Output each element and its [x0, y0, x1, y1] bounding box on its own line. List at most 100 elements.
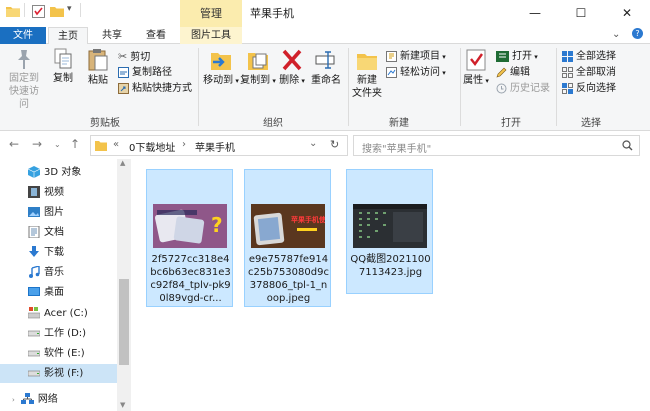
- tab-share[interactable]: 共享: [92, 27, 132, 44]
- paste-shortcut-button[interactable]: 粘贴快捷方式: [118, 82, 192, 96]
- forward-arrow-icon[interactable]: →: [32, 137, 42, 151]
- copy-to-label: 复制到: [240, 75, 271, 86]
- rename-button[interactable]: 重命名: [308, 48, 344, 87]
- sidebar-item-downloads[interactable]: 下载: [28, 243, 64, 262]
- tab-view[interactable]: 查看: [136, 27, 176, 44]
- paste-button[interactable]: 粘贴: [82, 48, 114, 87]
- invert-selection-label: 反向选择: [576, 83, 616, 94]
- address-dropdown-icon[interactable]: ⌄: [309, 138, 317, 149]
- drive-icon: [28, 350, 40, 357]
- tab-picture-tools[interactable]: 图片工具: [180, 27, 242, 44]
- tab-home[interactable]: 主页: [48, 27, 88, 45]
- collapse-ribbon-icon[interactable]: ⌄: [612, 29, 620, 40]
- sidebar-item-label: 文档: [44, 227, 64, 238]
- sidebar-item-drive-f[interactable]: 影视 (F:): [0, 364, 117, 383]
- search-input[interactable]: 搜索"苹果手机": [362, 140, 431, 155]
- new-folder-icon: [357, 54, 377, 70]
- breadcrumb-item-current[interactable]: 苹果手机: [195, 139, 235, 154]
- new-folder-qat-icon[interactable]: [50, 5, 64, 17]
- file-name[interactable]: e9e75787fe914c25b753080d9c378806_tpl-1_n…: [247, 253, 330, 305]
- copy-path-button[interactable]: 复制路径: [118, 66, 172, 80]
- properties-qat-icon[interactable]: [32, 5, 45, 18]
- easy-access-button[interactable]: 轻松访问 ▾: [386, 66, 446, 80]
- history-icon: [496, 83, 507, 93]
- delete-button[interactable]: 删除 ▾: [278, 48, 306, 88]
- expand-chevron-icon[interactable]: ›: [12, 396, 15, 404]
- sidebar-item-documents[interactable]: 文档: [28, 223, 64, 242]
- delete-label: 删除: [279, 75, 300, 86]
- open-button[interactable]: 打开 ▾: [496, 50, 538, 64]
- maximize-button[interactable]: ☐: [558, 0, 604, 27]
- pin-quick-access-button[interactable]: 固定到 快速访问: [6, 48, 42, 111]
- sidebar-item-pictures[interactable]: 图片: [28, 203, 64, 222]
- scrollbar-thumb[interactable]: [119, 279, 129, 365]
- search-box[interactable]: 搜索"苹果手机": [353, 135, 640, 156]
- sidebar-scrollbar[interactable]: ▲ ▼: [117, 159, 131, 411]
- pin-label-1: 固定到: [9, 73, 39, 84]
- sidebar-item-music[interactable]: 音乐: [28, 263, 64, 282]
- sidebar-item-drive-d[interactable]: 工作 (D:): [28, 324, 86, 343]
- file-item[interactable]: 苹果手机使用技巧 e9e75787fe914c25b753080d9c37880…: [244, 169, 331, 307]
- sidebar-item-desktop[interactable]: 桌面: [28, 283, 64, 302]
- new-folder-label-1: 新建: [357, 75, 377, 86]
- file-item[interactable]: ? 2f5727cc318e4bc6b63ec831e3c92f84_tplv-…: [146, 169, 233, 307]
- back-arrow-icon[interactable]: ←: [9, 137, 19, 151]
- sidebar-item-network[interactable]: › 网络: [12, 390, 58, 409]
- qat-dropdown-icon[interactable]: ▾: [67, 4, 72, 14]
- breadcrumb-item-downloads[interactable]: 0下载地址: [129, 139, 175, 154]
- sidebar-item-3d-objects[interactable]: 3D 对象: [28, 163, 81, 182]
- new-item-icon: [386, 50, 397, 62]
- paste-icon: [88, 49, 108, 71]
- invert-selection-button[interactable]: 反向选择: [562, 82, 616, 96]
- search-icon[interactable]: [622, 140, 633, 151]
- scroll-up-icon[interactable]: ▲: [120, 159, 125, 167]
- pin-label-2: 快速访问: [9, 86, 39, 110]
- edit-button[interactable]: 编辑: [496, 66, 530, 80]
- window-title: 苹果手机: [250, 7, 294, 20]
- breadcrumb-separator[interactable]: ›: [182, 139, 186, 150]
- sidebar-item-videos[interactable]: 视频: [28, 183, 64, 202]
- new-item-button[interactable]: 新建项目 ▾: [386, 50, 446, 64]
- properties-button[interactable]: 属性 ▾: [462, 48, 490, 88]
- new-folder-button[interactable]: 新建 文件夹: [350, 48, 384, 100]
- select-all-button[interactable]: 全部选择: [562, 50, 616, 64]
- file-name[interactable]: 2f5727cc318e4bc6b63ec831e3c92f84_tplv-pk…: [149, 253, 232, 305]
- select-none-label: 全部取消: [576, 67, 616, 78]
- file-item[interactable]: QQ截图20211007113423.jpg: [346, 169, 433, 294]
- sidebar-item-label: 影视 (F:): [44, 368, 84, 379]
- recent-dropdown-icon[interactable]: ⌄: [54, 140, 61, 149]
- sidebar-item-drive-c[interactable]: Acer (C:): [28, 304, 88, 323]
- cut-button[interactable]: ✂ 剪切: [118, 50, 150, 65]
- sidebar-item-drive-e[interactable]: 软件 (E:): [28, 344, 85, 363]
- desktop-icon: [28, 287, 40, 296]
- group-new-label: 新建: [389, 118, 409, 129]
- copy-path-icon: [118, 66, 129, 78]
- drive-icon: [28, 370, 40, 377]
- history-button[interactable]: 历史记录: [496, 82, 550, 96]
- minimize-button[interactable]: —: [512, 0, 558, 27]
- up-arrow-icon[interactable]: ↑: [70, 137, 80, 151]
- breadcrumb-overflow[interactable]: «: [113, 139, 119, 150]
- refresh-icon[interactable]: ↻: [330, 138, 339, 151]
- ribbon: 固定到 快速访问 复制 粘贴 ✂ 剪切 复制路径 粘贴快捷方式 剪贴板 移动到 ▾: [0, 44, 650, 131]
- sidebar-item-label: 桌面: [44, 287, 64, 298]
- manage-tab[interactable]: 管理: [180, 0, 242, 27]
- ribbon-tabs: 文件 主页 共享 查看 图片工具 ⌄ ?: [0, 27, 650, 45]
- group-separator: [556, 48, 557, 126]
- scroll-down-icon[interactable]: ▼: [120, 401, 125, 409]
- file-name[interactable]: QQ截图20211007113423.jpg: [349, 253, 432, 279]
- paste-label: 粘贴: [88, 75, 108, 86]
- copy-to-button[interactable]: 复制到 ▾: [240, 48, 276, 88]
- open-label: 打开: [512, 51, 532, 62]
- close-button[interactable]: ✕: [604, 0, 650, 27]
- new-item-label: 新建项目: [400, 51, 440, 62]
- address-bar[interactable]: « 0下载地址 › 苹果手机 ⌄ ↻: [90, 135, 348, 156]
- help-icon[interactable]: ?: [632, 28, 643, 39]
- select-none-button[interactable]: 全部取消: [562, 66, 616, 80]
- move-to-button[interactable]: 移动到 ▾: [203, 48, 239, 88]
- tab-file[interactable]: 文件: [0, 27, 46, 44]
- sidebar-item-label: 音乐: [44, 267, 64, 278]
- copy-path-label: 复制路径: [132, 67, 172, 78]
- sidebar-item-label: 下载: [44, 247, 64, 258]
- copy-button[interactable]: 复制: [48, 48, 78, 85]
